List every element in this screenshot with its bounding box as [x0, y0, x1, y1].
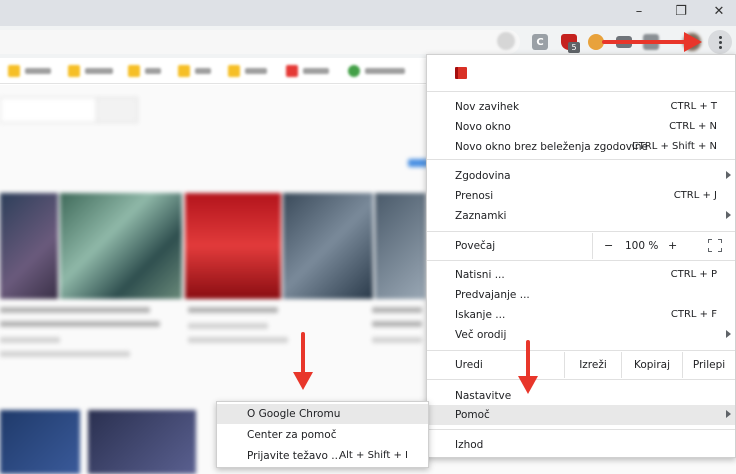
menu-divider	[427, 260, 735, 261]
submenu-item-about-chrome[interactable]: O Google Chromu	[217, 404, 428, 424]
submenu-arrow-icon	[726, 171, 731, 179]
submenu-item-label: Center za pomoč	[247, 429, 337, 441]
menu-item-print[interactable]: Natisni ... CTRL + P	[427, 265, 735, 285]
zoom-label: Povečaj	[455, 240, 496, 252]
submenu-item-shortcut: Alt + Shift + I	[339, 450, 408, 461]
bookmark-item[interactable]	[348, 64, 405, 78]
menu-item-shortcut: CTRL + T	[670, 101, 717, 112]
menu-item-exit[interactable]: Izhod	[427, 435, 735, 455]
camera-extension-icon[interactable]	[616, 36, 632, 48]
bookmark-item[interactable]	[178, 64, 211, 78]
menu-divider	[427, 429, 735, 430]
bookmark-item[interactable]	[228, 64, 267, 78]
video-thumbnail[interactable]	[283, 193, 373, 299]
zoom-in-button[interactable]: +	[668, 239, 677, 252]
menu-divider	[427, 379, 735, 380]
menu-item-downloads[interactable]: Prenosi CTRL + J	[427, 186, 735, 206]
menu-divider	[427, 159, 735, 160]
address-bar[interactable]	[0, 30, 520, 54]
submenu-item-help-center[interactable]: Center za pomoč	[217, 425, 428, 445]
menu-item-new-tab[interactable]: Nov zavihek CTRL + T	[427, 97, 735, 117]
video-thumbnail[interactable]	[0, 193, 58, 299]
video-thumbnail[interactable]	[60, 193, 182, 299]
submenu-arrow-icon	[726, 330, 731, 338]
kebab-menu-icon[interactable]	[708, 30, 732, 54]
paste-button[interactable]: Prilepi	[682, 352, 735, 378]
profile-avatar[interactable]	[683, 33, 701, 51]
minimize-button[interactable]: –	[618, 0, 660, 22]
menu-item-history[interactable]: Zgodovina	[427, 166, 735, 186]
menu-item-label: Iskanje ...	[455, 309, 506, 321]
menu-item-label: Predvajanje ...	[455, 289, 530, 301]
restore-icon: ❐	[675, 3, 687, 19]
menu-item-label: Novo okno	[455, 121, 511, 133]
search-button[interactable]	[96, 97, 138, 123]
edit-row: Uredi Izreži Kopiraj Prilepi	[427, 352, 735, 378]
bookmark-item[interactable]	[68, 64, 113, 78]
menu-item-shortcut: CTRL + F	[670, 309, 717, 320]
menu-item-new-window[interactable]: Novo okno CTRL + N	[427, 117, 735, 137]
menu-item-label: Izhod	[455, 439, 484, 451]
owl-extension-icon[interactable]	[588, 34, 604, 50]
grey-extension-icon[interactable]	[643, 34, 659, 50]
menu-item-bookmarks[interactable]: Zaznamki	[427, 206, 735, 226]
close-button[interactable]: ✕	[698, 0, 736, 22]
menu-item-find[interactable]: Iskanje ... CTRL + F	[427, 305, 735, 325]
bookmark-star-icon[interactable]	[497, 32, 515, 50]
menu-item-cast[interactable]: Predvajanje ...	[427, 285, 735, 305]
menu-item-shortcut: CTRL + N	[669, 121, 717, 132]
menu-item-more-tools[interactable]: Več orodij	[427, 325, 735, 345]
bookmark-item[interactable]	[8, 64, 51, 78]
fullscreen-icon[interactable]	[708, 239, 722, 252]
extension-c-icon[interactable]: C	[532, 34, 548, 50]
menu-item-incognito-window[interactable]: Novo okno brez beleženja zgodovine CTRL …	[427, 137, 735, 157]
submenu-item-label: Prijavite težavo ...	[247, 450, 342, 462]
minimize-icon: –	[635, 3, 643, 19]
restore-button[interactable]: ❐	[660, 0, 702, 22]
cut-button[interactable]: Izreži	[564, 352, 621, 378]
menu-item-shortcut: CTRL + J	[673, 190, 717, 201]
bookmark-item[interactable]	[286, 64, 329, 78]
copy-button[interactable]: Kopiraj	[621, 352, 682, 378]
profile-icon[interactable]	[455, 67, 467, 79]
extension-c-label: C	[536, 36, 544, 48]
video-thumbnail[interactable]	[185, 193, 281, 299]
submenu-arrow-icon	[726, 211, 731, 219]
video-thumbnail[interactable]	[375, 193, 426, 299]
close-icon: ✕	[713, 3, 725, 19]
title-bar: – ❐ ✕	[0, 0, 736, 26]
menu-divider	[427, 231, 735, 232]
menu-item-label: Pomoč	[455, 409, 490, 421]
menu-divider	[427, 350, 735, 351]
menu-item-label: Zgodovina	[455, 170, 511, 182]
submenu-item-label: O Google Chromu	[247, 408, 341, 420]
menu-item-label: Prenosi	[455, 190, 494, 202]
chrome-main-menu: Nov zavihek CTRL + T Novo okno CTRL + N …	[426, 54, 736, 458]
menu-item-label: Natisni ...	[455, 269, 505, 281]
extension-badge: 5	[568, 42, 580, 53]
menu-item-shortcut: CTRL + Shift + N	[631, 141, 717, 152]
submenu-arrow-icon	[726, 410, 731, 418]
zoom-controls: − 100 % +	[592, 233, 735, 259]
zoom-level: 100 %	[625, 240, 659, 252]
submenu-item-report-issue[interactable]: Prijavite težavo ... Alt + Shift + I	[217, 446, 428, 466]
zoom-row: Povečaj − 100 % +	[427, 233, 735, 259]
zoom-out-button[interactable]: −	[604, 239, 613, 252]
menu-item-label: Več orodij	[455, 329, 507, 341]
bookmark-item[interactable]	[128, 64, 161, 78]
menu-item-help[interactable]: Pomoč	[427, 405, 735, 425]
video-thumbnail[interactable]	[0, 410, 80, 474]
menu-divider	[427, 91, 735, 92]
video-thumbnail[interactable]	[88, 410, 196, 474]
menu-item-settings[interactable]: Nastavitve	[427, 386, 735, 406]
menu-item-label: Nastavitve	[455, 390, 512, 402]
edit-label: Uredi	[455, 359, 483, 371]
menu-item-label: Zaznamki	[455, 210, 507, 222]
menu-item-shortcut: CTRL + P	[670, 269, 717, 280]
menu-item-label: Novo okno brez beleženja zgodovine	[455, 141, 648, 153]
menu-item-label: Nov zavihek	[455, 101, 520, 113]
blurred-link	[408, 159, 428, 167]
help-submenu: O Google Chromu Center za pomoč Prijavit…	[216, 401, 429, 468]
